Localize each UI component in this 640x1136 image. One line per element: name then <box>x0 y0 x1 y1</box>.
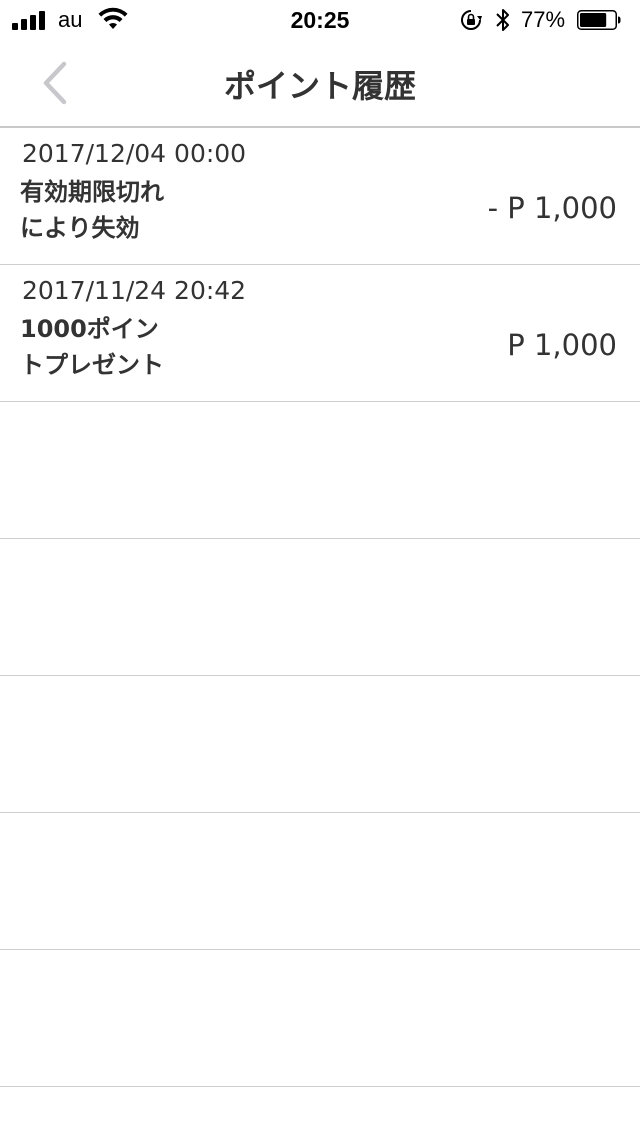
status-bar: au 20:25 77% <box>0 0 640 40</box>
history-amount: - P 1,000 <box>487 191 617 225</box>
point-history-list: 2017/12/04 00:00 有効期限切れ により失効 - P 1,000 … <box>0 128 640 1087</box>
page-title: ポイント履歴 <box>223 67 416 105</box>
battery-icon <box>577 10 621 30</box>
navigation-bar: ポイント履歴 <box>0 40 640 128</box>
history-date: 2017/12/04 00:00 <box>22 139 247 168</box>
history-amount: P 1,000 <box>507 328 617 362</box>
battery-percent: 77% <box>521 7 566 32</box>
history-description: 1000ポイン トプレゼント <box>20 311 210 383</box>
empty-row <box>0 539 640 676</box>
history-row[interactable]: 2017/12/04 00:00 有効期限切れ により失効 - P 1,000 <box>0 128 640 265</box>
rotation-lock-icon <box>461 10 482 30</box>
history-date: 2017/11/24 20:42 <box>22 276 247 305</box>
history-description: 有効期限切れ により失効 <box>20 174 210 246</box>
bluetooth-icon <box>496 9 509 31</box>
empty-row <box>0 813 640 950</box>
history-description-line: 1000ポイン <box>20 315 159 343</box>
empty-row <box>0 676 640 813</box>
history-description-line: 有効期限切れ <box>20 178 164 206</box>
empty-row <box>0 402 640 539</box>
empty-row <box>0 950 640 1087</box>
history-row[interactable]: 2017/11/24 20:42 1000ポイン トプレゼント P 1,000 <box>0 265 640 402</box>
history-description-line: により失効 <box>20 214 140 242</box>
history-description-line: トプレゼント <box>20 351 164 379</box>
